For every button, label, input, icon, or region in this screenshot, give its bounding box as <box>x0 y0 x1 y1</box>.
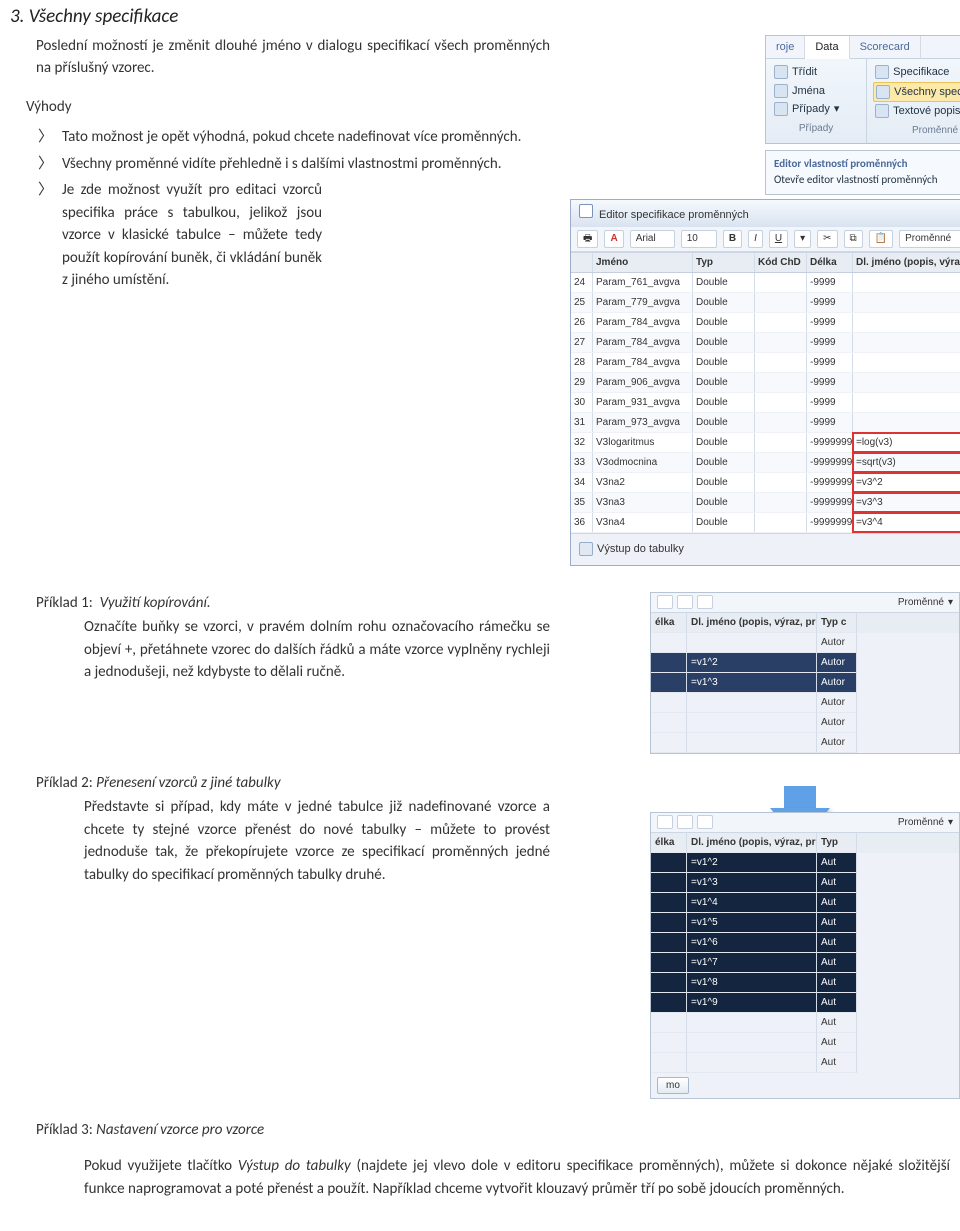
ribbon-btn-spec[interactable]: Specifikace <box>873 63 960 82</box>
table-row[interactable]: 33V3odmocninaDouble-999999998=sqrt(v3)Au… <box>571 453 960 473</box>
table-row[interactable]: =v1^3Aut <box>651 873 959 893</box>
paste-icon[interactable] <box>697 595 713 609</box>
snippet1: Proměnné ▾ élkaDl. jméno (popis, výraz, … <box>650 592 960 754</box>
paste-icon[interactable] <box>697 815 713 829</box>
table-row[interactable]: 32V3logaritmusDouble-999999998=log(v3)Au… <box>571 433 960 453</box>
ribbon: roje Data Scorecard Třídit Jména Případy… <box>765 35 960 144</box>
variables-dropdown[interactable]: Proměnné <box>898 595 944 610</box>
table-row[interactable]: =v1^4Aut <box>651 893 959 913</box>
arrow-icon <box>784 786 816 810</box>
table-row[interactable]: Aut <box>651 1053 959 1073</box>
ribbon-btn-all-spec[interactable]: Všechny specifikace <box>873 82 960 103</box>
names-icon <box>774 84 788 98</box>
intro-paragraph: Poslední možností je změnit dlouhé jméno… <box>36 35 550 80</box>
table-row[interactable]: 26Param_784_avgvaDouble-9999Autor <box>571 313 960 333</box>
tab-scorecard[interactable]: Scorecard <box>850 36 921 59</box>
table-row[interactable]: Autor <box>651 693 959 713</box>
snippet2-header: élkaDl. jméno (popis, výraz, propojení)T… <box>651 833 959 853</box>
mo-button[interactable]: mo <box>657 1077 689 1094</box>
table-row[interactable]: 27Param_784_avgvaDouble-9999Autor <box>571 333 960 353</box>
ribbon-btn-pripady[interactable]: Případy ▾ <box>772 100 860 119</box>
advantages-heading: Výhody <box>26 96 550 119</box>
table-row[interactable]: 25Param_779_avgvaDouble-9999Autor <box>571 293 960 313</box>
text-labels-icon <box>875 104 889 118</box>
ribbon-btn-jmena[interactable]: Jména <box>772 82 860 101</box>
font-color-icon[interactable]: A <box>604 230 623 248</box>
copy-icon[interactable] <box>677 595 693 609</box>
table-row[interactable]: =v1^2Aut <box>651 853 959 873</box>
table-row[interactable]: Aut <box>651 1033 959 1053</box>
table-row[interactable]: 28Param_784_avgvaDouble-9999Autor <box>571 353 960 373</box>
table-row[interactable]: =v1^8Aut <box>651 973 959 993</box>
table-row[interactable]: 35V3na3Double-999999998=v3^3Autor <box>571 493 960 513</box>
spec-icon <box>875 65 889 79</box>
table-row[interactable]: 29Param_906_avgvaDouble-9999Autor <box>571 373 960 393</box>
sort-icon <box>774 65 788 79</box>
table-row[interactable]: =v1^3Autor <box>651 673 959 693</box>
table-row[interactable]: =v1^2Autor <box>651 653 959 673</box>
editor-grid[interactable]: JménoTypKód ChDDélkaDl. jméno (popis, vý… <box>571 252 960 533</box>
page-number: 3. Všechny specifikace <box>0 0 960 35</box>
table-row[interactable]: =v1^7Aut <box>651 953 959 973</box>
tab-data[interactable]: Data <box>805 36 849 60</box>
bold-icon[interactable]: B <box>723 230 742 248</box>
editor-toolbar: 🖶 A Arial 10 B I U ▾ ✂ ⧉ 📋 Proměnné <box>571 227 960 252</box>
cut-icon[interactable] <box>657 815 673 829</box>
cut-icon[interactable]: ✂ <box>817 230 837 248</box>
example1-body: Označíte buňky se vzorci, v pravém dolní… <box>84 616 550 684</box>
editor-window: Editor specifikace proměnných ? ✕ 🖶 A Ar… <box>570 199 960 566</box>
fill-color-icon[interactable]: ▾ <box>794 230 811 248</box>
advantages-list: Tato možnost je opět výhodná, pokud chce… <box>36 126 550 292</box>
variables-dropdown[interactable]: Proměnné <box>899 230 960 248</box>
paste-icon[interactable]: 📋 <box>869 230 893 248</box>
font-size-dropdown[interactable]: 10 <box>681 230 717 248</box>
editor-titlebar: Editor specifikace proměnných ? ✕ <box>571 200 960 228</box>
variables-dropdown[interactable]: Proměnné <box>898 815 944 830</box>
example3-heading: Příklad 3: Nastavení vzorce pro vzorce <box>0 1119 960 1142</box>
ribbon-tooltip: Editor vlastností proměnných Otevře edit… <box>765 150 960 195</box>
example2-heading: Příklad 2: Přenesení vzorců z jiné tabul… <box>36 772 550 795</box>
cases-icon <box>774 102 788 116</box>
table-row[interactable]: Autor <box>651 633 959 653</box>
snippet2: Proměnné ▾ élkaDl. jméno (popis, výraz, … <box>650 812 960 1099</box>
tab-roje[interactable]: roje <box>766 36 805 59</box>
table-row[interactable]: 24Param_761_avgvaDouble-9999Autor <box>571 273 960 293</box>
table-row[interactable]: Aut <box>651 1013 959 1033</box>
table-row[interactable]: 36V3na4Double-999999998=v3^4Autor <box>571 513 960 533</box>
print-icon[interactable]: 🖶 <box>577 230 598 248</box>
table-row[interactable]: Autor <box>651 733 959 753</box>
copy-icon[interactable]: ⧉ <box>844 230 863 248</box>
table-row[interactable]: 30Param_931_avgvaDouble-9999Autor <box>571 393 960 413</box>
copy-icon[interactable] <box>677 815 693 829</box>
cut-icon[interactable] <box>657 595 673 609</box>
table-row[interactable]: Autor <box>651 713 959 733</box>
table-row[interactable]: 34V3na2Double-999999998=v3^2Autor <box>571 473 960 493</box>
snippet1-header: élkaDl. jméno (popis, výraz, propojení)T… <box>651 613 959 633</box>
output-to-table-button[interactable]: Výstup do tabulky <box>579 541 684 558</box>
ribbon-btn-tridit[interactable]: Třídit <box>772 63 860 82</box>
all-spec-icon <box>876 85 890 99</box>
example2-body: Představte si případ, kdy máte v jedné t… <box>84 796 550 886</box>
app-icon <box>579 204 593 218</box>
table-out-icon <box>579 542 593 556</box>
font-name-dropdown[interactable]: Arial <box>630 230 675 248</box>
example3-body: Pokud využijete tlačítko Výstup do tabul… <box>0 1155 960 1200</box>
ribbon-group-label: Proměnné <box>873 121 960 141</box>
example1-heading: Příklad 1: Využití kopírování. <box>36 592 550 615</box>
list-item: Všechny proměnné vidíte přehledně i s da… <box>62 153 550 176</box>
ribbon-group-label: Případy <box>772 119 860 139</box>
ribbon-btn-text-labels[interactable]: Textové popisky <box>873 102 960 121</box>
table-row[interactable]: =v1^6Aut <box>651 933 959 953</box>
table-row[interactable]: =v1^5Aut <box>651 913 959 933</box>
list-item: Tato možnost je opět výhodná, pokud chce… <box>62 126 550 149</box>
italic-icon[interactable]: I <box>748 230 763 248</box>
table-row[interactable]: =v1^9Aut <box>651 993 959 1013</box>
list-item: Je zde možnost využít pro editaci vzorců… <box>62 179 322 292</box>
table-row[interactable]: 31Param_973_avgvaDouble-9999Autor <box>571 413 960 433</box>
underline-icon[interactable]: U <box>769 230 788 248</box>
